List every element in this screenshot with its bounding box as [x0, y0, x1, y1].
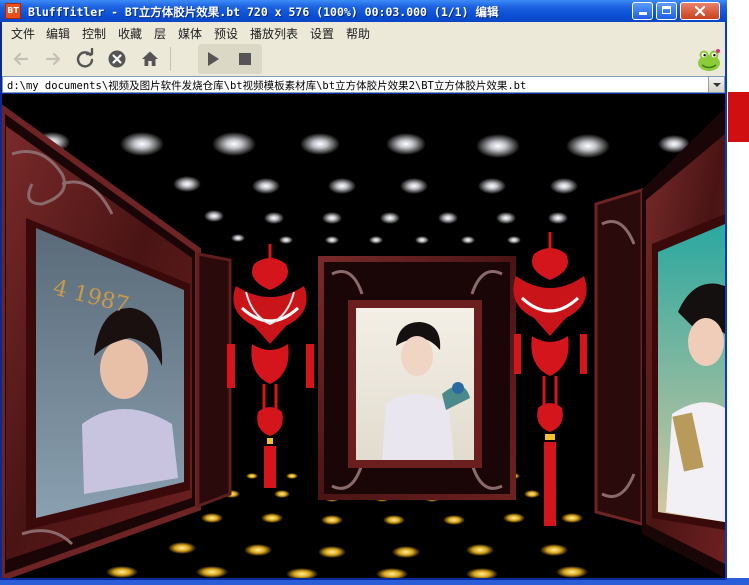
refresh-button[interactable]	[72, 46, 98, 72]
maximize-button[interactable]	[656, 2, 677, 20]
app-window: BT BluffTitler - BT立方体胶片效果.bt 720 x 576 …	[0, 0, 727, 580]
menu-control[interactable]: 控制	[82, 25, 106, 42]
close-button[interactable]	[680, 2, 720, 20]
left-wall-frame: 4 1987	[2, 104, 201, 578]
maximize-icon	[662, 6, 671, 14]
stop-circle-icon	[108, 50, 126, 68]
file-path-text: d:\my documents\视频及图片软件发烧仓库\bt视频模板素材库\bt…	[7, 80, 527, 92]
menu-favorites[interactable]: 收藏	[118, 25, 142, 42]
home-button[interactable]	[137, 46, 163, 72]
menu-edit[interactable]: 编辑	[46, 25, 70, 42]
preview-viewport[interactable]: 4 1987	[2, 94, 725, 578]
toolbar	[2, 42, 725, 76]
desktop-background-fragment	[728, 92, 749, 142]
stop-square-icon	[239, 53, 251, 65]
menu-bar: 文件 编辑 控制 收藏 层 媒体 预设 播放列表 设置 帮助	[2, 22, 725, 42]
stop-button[interactable]	[232, 46, 258, 72]
app-logo-icon[interactable]: BT	[5, 3, 21, 19]
file-path-field[interactable]: d:\my documents\视频及图片软件发烧仓库\bt视频模板素材库\bt…	[2, 76, 725, 93]
right-wall-frame	[642, 108, 725, 578]
desktop: BT BluffTitler - BT立方体胶片效果.bt 720 x 576 …	[0, 0, 749, 585]
menu-help[interactable]: 帮助	[346, 25, 370, 42]
chinese-knot-left	[227, 244, 314, 488]
menu-layer[interactable]: 层	[154, 25, 166, 42]
home-icon	[142, 51, 158, 66]
chinese-knot-right	[513, 232, 587, 526]
close-icon	[694, 5, 706, 17]
menu-presets[interactable]: 预设	[214, 25, 238, 42]
back-arrow-icon	[13, 52, 29, 66]
minimize-button[interactable]	[632, 2, 653, 20]
menu-settings[interactable]: 设置	[310, 25, 334, 42]
center-frame	[318, 256, 516, 500]
stop-load-button[interactable]	[104, 46, 130, 72]
forward-arrow-icon	[45, 52, 61, 66]
frog-mascot-icon[interactable]	[696, 46, 722, 72]
refresh-icon	[76, 48, 94, 68]
left-inner-wall	[196, 252, 232, 509]
preview-scene: 4 1987	[2, 104, 725, 578]
back-button[interactable]	[8, 46, 34, 72]
window-title: BluffTitler - BT立方体胶片效果.bt 720 x 576 (10…	[28, 5, 499, 19]
path-dropdown-button[interactable]	[708, 77, 724, 92]
menu-file[interactable]: 文件	[11, 25, 35, 42]
forward-button[interactable]	[40, 46, 66, 72]
play-button[interactable]	[200, 46, 226, 72]
toolbar-separator	[170, 47, 171, 71]
menu-playlist[interactable]: 播放列表	[250, 25, 298, 42]
minimize-icon	[638, 12, 647, 15]
play-icon	[208, 52, 219, 66]
right-inner-wall	[594, 187, 644, 526]
title-bar[interactable]: BT BluffTitler - BT立方体胶片效果.bt 720 x 576 …	[0, 0, 727, 22]
menu-media[interactable]: 媒体	[178, 25, 202, 42]
